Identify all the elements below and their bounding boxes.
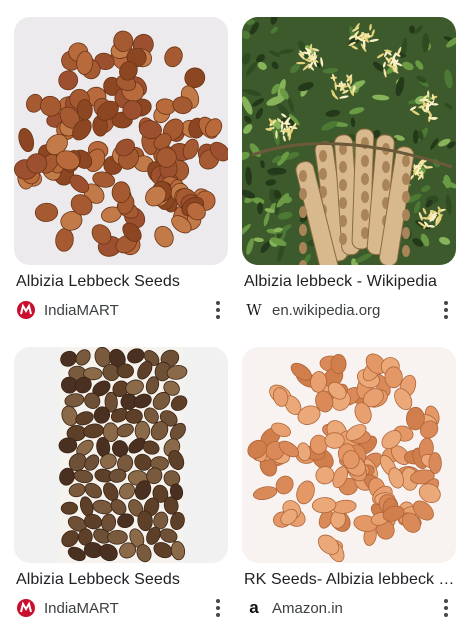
amazon-a-icon: a (249, 598, 259, 617)
result-source: en.wikipedia.org (272, 301, 381, 319)
seed-pile-image (14, 17, 228, 265)
result-source: IndiaMART (44, 599, 119, 617)
result-image-4[interactable] (242, 347, 456, 563)
result-title[interactable]: Albizia Lebbeck Seeds (16, 571, 228, 589)
more-options-icon[interactable] (208, 596, 228, 620)
result-image-2[interactable] (242, 17, 456, 265)
result-source: IndiaMART (44, 301, 119, 319)
result-image-1[interactable] (14, 17, 228, 265)
seed-strip-image (14, 347, 228, 563)
result-source-row[interactable]: IndiaMART (16, 596, 228, 620)
result-title[interactable]: RK Seeds- Albizia lebbeck Tree Seeds (244, 571, 456, 589)
result-source-row[interactable]: IndiaMART (16, 298, 228, 322)
light-seed-pile-image (242, 347, 456, 563)
wikipedia-w-icon: W (246, 301, 262, 319)
result-image-3[interactable] (14, 347, 228, 563)
result-source-row[interactable]: W en.wikipedia.org (244, 298, 456, 322)
more-options-icon[interactable] (208, 298, 228, 322)
more-options-icon[interactable] (436, 298, 456, 322)
result-source-row[interactable]: a Amazon.in (244, 596, 456, 620)
result-title[interactable]: Albizia lebbeck - Wikipedia (244, 273, 456, 291)
indiamart-logo-icon (16, 300, 36, 320)
tree-pods-image (242, 17, 456, 265)
more-options-icon[interactable] (436, 596, 456, 620)
indiamart-logo-icon (16, 598, 36, 618)
result-title[interactable]: Albizia Lebbeck Seeds (16, 273, 228, 291)
result-source: Amazon.in (272, 599, 343, 617)
